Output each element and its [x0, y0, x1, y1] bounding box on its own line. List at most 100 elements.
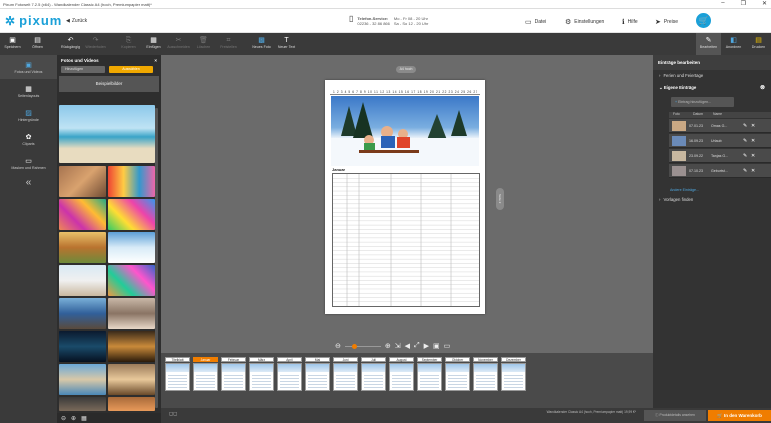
crop-button[interactable]: ⌗ Freistellen [216, 33, 241, 55]
month-thumb[interactable]: Februar [221, 357, 246, 391]
photo-thumb[interactable] [59, 397, 106, 411]
example-images-tab[interactable]: Beispielbilder [59, 76, 159, 92]
photo-thumb[interactable] [59, 331, 106, 362]
maximize-button[interactable]: ❐ [741, 0, 746, 7]
new-text-button[interactable]: T Neuer Text [274, 33, 299, 55]
clear-icon[interactable]: ⊗ [760, 82, 765, 94]
fullscreen-icon[interactable]: ⤢ [414, 342, 420, 350]
month-thumb[interactable]: Juni [333, 357, 358, 391]
month-thumb[interactable]: April [277, 357, 302, 391]
photo-thumb[interactable] [108, 232, 155, 263]
add-to-cart-button[interactable]: 🛒 In den Warenkorb [708, 410, 771, 421]
month-thumb[interactable]: September [417, 357, 442, 391]
open-button[interactable]: ▤ Öffnen [25, 33, 50, 55]
other-entries-link[interactable]: Andere Einträge... [653, 188, 771, 192]
photo-thumb[interactable] [59, 105, 155, 163]
zoom-in-icon[interactable]: ⊕ [385, 342, 391, 350]
new-photo-button[interactable]: ▩ Neues Foto [249, 33, 274, 55]
copy-button[interactable]: ⎘ Kopieren [116, 33, 141, 55]
photo-thumb[interactable] [108, 298, 155, 329]
photo-thumb[interactable] [59, 166, 106, 197]
zoom-out-icon[interactable]: ⊖ [61, 415, 66, 422]
tab-anordnen[interactable]: ◧ Anordnen [721, 33, 746, 55]
paste-button[interactable]: ▦ Einfügen [141, 33, 166, 55]
calendar-grid[interactable] [332, 173, 480, 307]
spread-icon[interactable]: ▭ [444, 342, 451, 350]
nav-fotos-videos[interactable]: ▣ Fotos und Videos [0, 55, 57, 79]
photo-thumb[interactable] [59, 364, 106, 395]
collapse-icon[interactable]: « [0, 177, 57, 188]
month-thumb[interactable]: November [473, 357, 498, 391]
choose-photos-button[interactable]: Auswählen [109, 66, 153, 73]
photo-thumb[interactable] [108, 199, 155, 230]
calendar-page[interactable]: 1 2 3 4 5 6 7 8 9 10 11 12 13 14 15 16 1… [325, 80, 485, 314]
photo-thumb[interactable] [108, 331, 155, 362]
undo-button[interactable]: ↶ Rückgängig [58, 33, 83, 55]
preview-icon[interactable]: ▣ [433, 342, 440, 350]
redo-button[interactable]: ↷ Wiederholen [83, 33, 108, 55]
close-button[interactable]: ✕ [762, 0, 767, 7]
section-own-entries[interactable]: ⌄ Eigene Einträge ⊗ [653, 82, 771, 94]
zoom-slider[interactable] [344, 343, 381, 349]
edit-icon[interactable]: ✎ [743, 138, 751, 144]
month-thumb[interactable]: Juli [361, 357, 386, 391]
zoom-out-icon[interactable]: ⊖ [335, 342, 341, 350]
add-photos-button[interactable]: Hinzufügen [61, 66, 105, 73]
section-templates[interactable]: › Vorlagen finden [653, 194, 771, 206]
photo-thumb[interactable] [108, 397, 155, 411]
section-holidays[interactable]: › Ferien und Feiertage [653, 70, 771, 82]
cart-icon[interactable]: 🛒 [696, 13, 711, 28]
menu-hilfe[interactable]: ℹ Hilfe [622, 18, 638, 26]
tab-bearbeiten[interactable]: ✎ Bearbeiten [696, 33, 721, 55]
month-thumb[interactable]: Dezember [501, 357, 526, 391]
month-thumb[interactable]: Oktober [445, 357, 470, 391]
delete-icon[interactable]: ✕ [751, 168, 757, 174]
nav-masken-rahmen[interactable]: ▭ Masken und Rahmen [0, 151, 57, 175]
photo-thumb[interactable] [59, 199, 106, 230]
zoom-slider-knob[interactable] [351, 343, 357, 349]
minimize-button[interactable]: – [721, 0, 724, 7]
zoom-in-icon[interactable]: ⊕ [71, 415, 76, 422]
month-thumb[interactable]: Mai [305, 357, 330, 391]
edit-icon[interactable]: ✎ [743, 153, 751, 159]
pixum-logo[interactable]: ✲ pixum [5, 13, 62, 28]
photo-thumb[interactable] [108, 364, 155, 395]
next-page-icon[interactable]: ▶ [424, 342, 429, 350]
product-details-button[interactable]: ⓘ Produktdetails ansehen [644, 410, 706, 421]
month-thumb[interactable]: März [249, 357, 274, 391]
fit-icon[interactable]: ⇲ [395, 342, 401, 350]
delete-icon[interactable]: ✕ [751, 138, 757, 144]
entry-row[interactable]: 23.09.22 Tanjas G... ✎ ✕ [669, 149, 771, 163]
menu-einstellungen[interactable]: ⚙ Einstellungen [565, 18, 604, 26]
delete-button[interactable]: 🗑 Löschen [191, 33, 216, 55]
cut-button[interactable]: ✂ Ausschneiden [166, 33, 191, 55]
photo-thumb[interactable] [59, 265, 106, 296]
month-thumb[interactable]: Januar [193, 357, 218, 391]
calendar-photo[interactable] [331, 96, 479, 166]
nav-hintergruende[interactable]: ▨ Hintergründe [0, 103, 57, 127]
entry-row[interactable]: 07.10.23 Geburtst... ✎ ✕ [669, 164, 771, 178]
entry-row[interactable]: 07.01.23 Omas G... ✎ ✕ [669, 119, 771, 133]
photo-thumb[interactable] [108, 265, 155, 296]
page-count-icon[interactable]: ◻◻ [169, 411, 177, 417]
photo-panel-scrollbar[interactable] [155, 108, 158, 408]
menu-datei[interactable]: ▭ Datei [525, 18, 546, 26]
menu-preise[interactable]: ➤ Preise [655, 18, 678, 26]
edit-icon[interactable]: ✎ [743, 168, 751, 174]
back-button[interactable]: ◀ Zurück [66, 18, 87, 24]
delete-icon[interactable]: ✕ [751, 123, 757, 129]
prev-page-icon[interactable]: ◀ [405, 342, 410, 350]
photo-thumb[interactable] [59, 298, 106, 329]
delete-icon[interactable]: ✕ [751, 153, 757, 159]
photo-thumb[interactable] [59, 232, 106, 263]
page-size-label[interactable]: A4 hoch [396, 66, 416, 73]
month-thumb[interactable]: Titelblatt [165, 357, 190, 391]
nav-cliparts[interactable]: ✿ Cliparts [0, 127, 57, 151]
grid-view-icon[interactable]: ▦ [81, 415, 87, 422]
tab-drucken[interactable]: ▤ Drucken [746, 33, 771, 55]
panel-close-icon[interactable]: × [154, 58, 157, 63]
save-button[interactable]: ▣ Speichern [0, 33, 25, 55]
entry-row[interactable]: 16.09.23 Urlaub ✎ ✕ [669, 134, 771, 148]
add-entry-button[interactable]: + Eintrag hinzufügen... [671, 97, 734, 107]
edit-icon[interactable]: ✎ [743, 123, 751, 129]
